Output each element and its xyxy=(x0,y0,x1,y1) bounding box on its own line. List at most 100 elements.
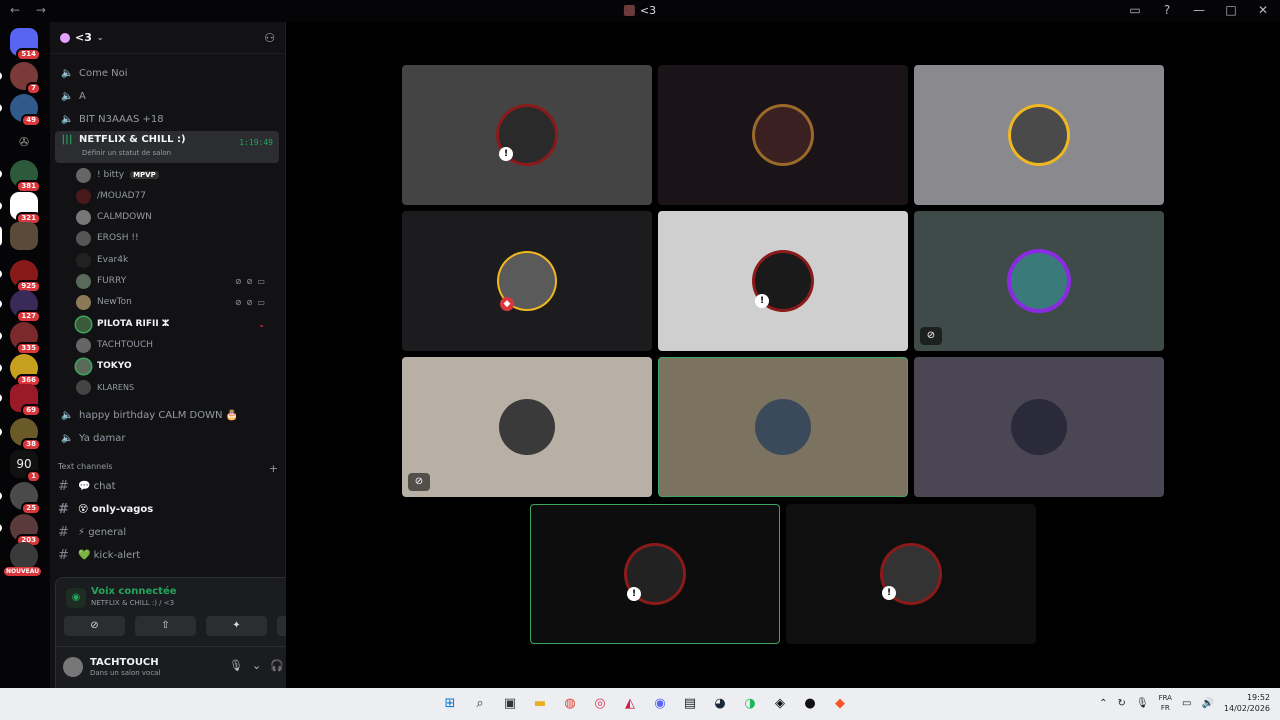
participant-tile[interactable]: ⊘ xyxy=(914,211,1164,351)
minimize-button[interactable]: — xyxy=(1190,3,1208,17)
participant-tile[interactable]: ◆ xyxy=(402,211,652,351)
voice-channel[interactable]: 🔈 A xyxy=(55,85,279,107)
active-voice-channel[interactable]: ||| NETFLIX & CHILL :) Définir un statut… xyxy=(55,131,279,163)
member-name: CALMDOWN xyxy=(97,212,152,222)
username[interactable]: TACHTOUCH xyxy=(90,657,159,668)
direct-messages-button[interactable]: 514 xyxy=(10,28,41,61)
clock[interactable]: 19:52 14/02/2026 xyxy=(1224,692,1270,714)
microphone-icon[interactable]: 🎙 xyxy=(229,659,243,672)
avatar xyxy=(76,273,91,289)
server-icon[interactable]: 381 xyxy=(0,160,41,193)
server-icon[interactable]: NOUVEAU xyxy=(4,542,42,576)
voice-member[interactable]: Evar4k xyxy=(76,250,276,270)
participant-tile-speaking[interactable]: ! xyxy=(530,504,780,644)
chevron-down-icon[interactable]: ⌄ xyxy=(252,659,261,672)
server-icon[interactable]: 25 xyxy=(0,482,41,515)
voice-member[interactable]: TACHTOUCH xyxy=(76,335,276,355)
steam-icon[interactable]: ◕ xyxy=(710,694,730,714)
server-icon[interactable]: 925 xyxy=(0,260,41,293)
voice-channel[interactable]: 🔈 BIT N3AAAS +18 xyxy=(55,108,279,130)
warning-icon: ! xyxy=(755,294,769,308)
voice-channel[interactable]: 🔈 happy birthday CALM DOWN 🎂 xyxy=(55,404,279,426)
add-member-icon[interactable]: ⚇ xyxy=(264,31,275,45)
server-icon[interactable]: 127 xyxy=(0,290,41,323)
speaker-icon: 🔈 xyxy=(61,432,74,444)
voice-connected-channel[interactable]: NETFLIX & CHILL :) / <3 xyxy=(91,599,174,607)
spotify-icon[interactable]: ◑ xyxy=(740,694,760,714)
maximize-button[interactable]: □ xyxy=(1222,3,1240,17)
participant-tile[interactable] xyxy=(914,65,1164,205)
app-icon[interactable]: ◭ xyxy=(620,694,640,714)
text-channels-category[interactable]: Text channels + xyxy=(58,462,278,475)
server-icon[interactable]: 7 xyxy=(0,62,41,95)
close-button[interactable]: ✕ xyxy=(1254,3,1272,17)
avatar[interactable] xyxy=(63,657,83,677)
text-channel[interactable]: # 💚 kick-alert xyxy=(58,545,278,565)
voice-member[interactable]: PILOTA RIFII ⵣ ⌄ xyxy=(76,314,276,334)
voice-member[interactable]: CALMDOWN xyxy=(76,207,276,227)
headphones-icon[interactable]: 🎧 xyxy=(270,659,284,672)
text-channel[interactable]: # 💬 chat xyxy=(58,476,278,496)
voice-connected-label[interactable]: Voix connectée xyxy=(91,586,177,597)
opera-icon[interactable]: ◎ xyxy=(590,694,610,714)
microphone-icon[interactable]: 🎙 xyxy=(1136,698,1149,709)
voice-member[interactable]: /MOUAD77 xyxy=(76,186,276,206)
search-icon[interactable]: ⌕ xyxy=(470,694,490,714)
sync-icon[interactable]: ↻ xyxy=(1117,698,1125,709)
server-icon[interactable] xyxy=(0,222,38,250)
task-view-icon[interactable]: ▣ xyxy=(500,694,520,714)
participant-tile[interactable]: ! xyxy=(402,65,652,205)
discord-icon[interactable]: ◉ xyxy=(650,694,670,714)
screen-share-button[interactable]: ⇧ xyxy=(135,616,196,636)
help-icon[interactable]: ? xyxy=(1158,3,1176,17)
server-icon[interactable]: 203 xyxy=(0,514,41,547)
server-header[interactable]: <3 ⌄ ⚇ xyxy=(50,22,285,54)
chevron-down-icon[interactable]: ⌄ xyxy=(258,320,266,329)
participant-tile[interactable]: ⊘ xyxy=(402,357,652,497)
display-icon[interactable]: ▭ xyxy=(1182,698,1191,709)
add-channel-icon[interactable]: + xyxy=(269,462,278,475)
participant-tile[interactable] xyxy=(658,65,908,205)
text-channel[interactable]: # 😵 only-vagos xyxy=(58,499,278,519)
start-icon[interactable]: ⊞ xyxy=(440,694,460,714)
camera-button[interactable]: ⊘ xyxy=(64,616,125,636)
participant-tile[interactable]: ! xyxy=(786,504,1036,644)
activities-button[interactable]: ✦ xyxy=(206,616,267,636)
set-status-link[interactable]: Définir un statut de salon xyxy=(82,149,171,157)
server-icon[interactable]: 38 xyxy=(0,418,41,451)
participant-tile[interactable] xyxy=(914,357,1164,497)
server-icon[interactable]: 366 xyxy=(0,354,41,387)
volume-icon[interactable]: 🔊 xyxy=(1201,698,1213,709)
voice-member[interactable]: ! bitty MPVP xyxy=(76,165,276,185)
voice-member[interactable]: EROSH !! xyxy=(76,228,276,248)
app-icon[interactable]: ▤ xyxy=(680,694,700,714)
chrome-icon[interactable]: ◍ xyxy=(560,694,580,714)
avatar xyxy=(76,167,91,183)
channel-label: 😵 only-vagos xyxy=(78,503,154,515)
channel-label: 💬 chat xyxy=(78,480,116,492)
server-icon[interactable]: 335 xyxy=(0,322,41,355)
participant-tile-speaking[interactable] xyxy=(658,357,908,497)
inbox-icon[interactable]: ▭ xyxy=(1126,3,1144,17)
chevron-up-icon[interactable]: ⌃ xyxy=(1099,698,1107,709)
language-indicator[interactable]: FRA FR xyxy=(1159,693,1172,713)
server-icon[interactable]: 90 1 xyxy=(10,450,41,483)
voice-member[interactable]: KLARENS xyxy=(76,377,276,397)
app-icon[interactable]: ◈ xyxy=(770,694,790,714)
server-icon[interactable]: 49 xyxy=(0,94,41,127)
text-channel[interactable]: # ⚡ general xyxy=(58,522,278,542)
server-icon[interactable]: 321 xyxy=(0,192,41,225)
server-icon[interactable]: 69 xyxy=(0,384,41,417)
unread-pill xyxy=(0,300,2,308)
voice-channel[interactable]: 🔈 Ya damar xyxy=(55,427,279,449)
server-icon[interactable]: ✇ xyxy=(10,128,38,156)
voice-channel[interactable]: 🔈 Come Noi xyxy=(55,62,279,84)
app-icon[interactable]: ● xyxy=(800,694,820,714)
voice-member[interactable]: NewTon ⊘ ⊘ ▭ xyxy=(76,292,276,312)
brave-icon[interactable]: ◆ xyxy=(830,694,850,714)
file-explorer-icon[interactable]: ▬ xyxy=(530,694,550,714)
nav-arrows[interactable]: ← → xyxy=(10,3,52,17)
voice-member[interactable]: TOKYO xyxy=(76,356,276,376)
voice-member[interactable]: FURRY ⊘ ⊘ ▭ xyxy=(76,271,276,291)
participant-tile[interactable]: ! xyxy=(658,211,908,351)
